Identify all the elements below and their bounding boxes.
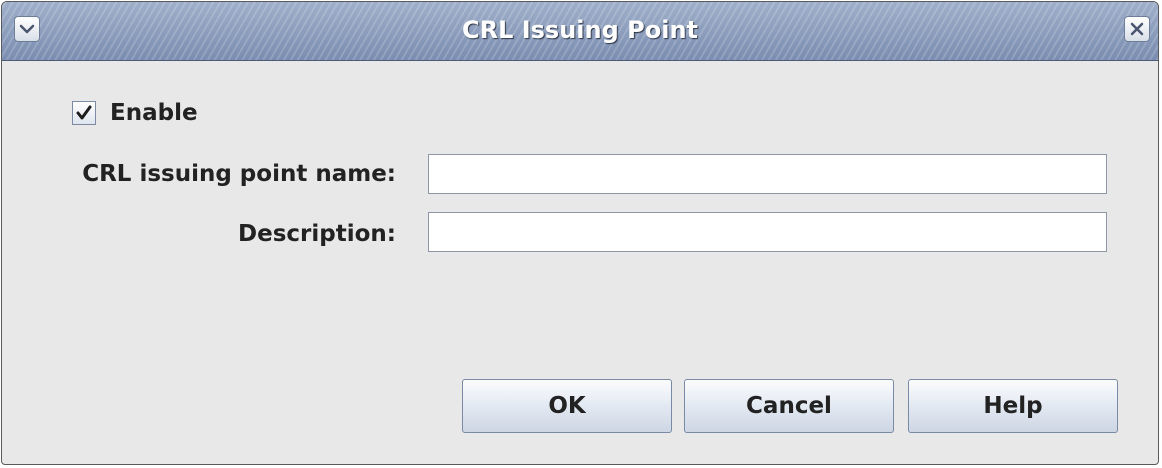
enable-label[interactable]: Enable bbox=[110, 98, 198, 128]
description-input[interactable] bbox=[428, 212, 1107, 252]
ok-button[interactable]: OK bbox=[462, 379, 672, 433]
close-icon bbox=[1130, 22, 1144, 36]
checkmark-icon bbox=[76, 105, 92, 120]
title-bar[interactable]: CRL Issuing Point bbox=[2, 2, 1158, 61]
enable-checkbox[interactable] bbox=[72, 101, 96, 125]
close-button[interactable] bbox=[1124, 16, 1150, 42]
crl-issuing-point-name-input[interactable] bbox=[428, 154, 1107, 194]
crl-issuing-point-dialog: CRL Issuing Point Enable CRL issuing poi… bbox=[1, 1, 1159, 465]
help-button[interactable]: Help bbox=[908, 379, 1118, 433]
cancel-button[interactable]: Cancel bbox=[684, 379, 894, 433]
window-title: CRL Issuing Point bbox=[461, 16, 699, 44]
crl-issuing-point-name-label: CRL issuing point name: bbox=[82, 161, 396, 187]
description-label: Description: bbox=[238, 221, 396, 247]
